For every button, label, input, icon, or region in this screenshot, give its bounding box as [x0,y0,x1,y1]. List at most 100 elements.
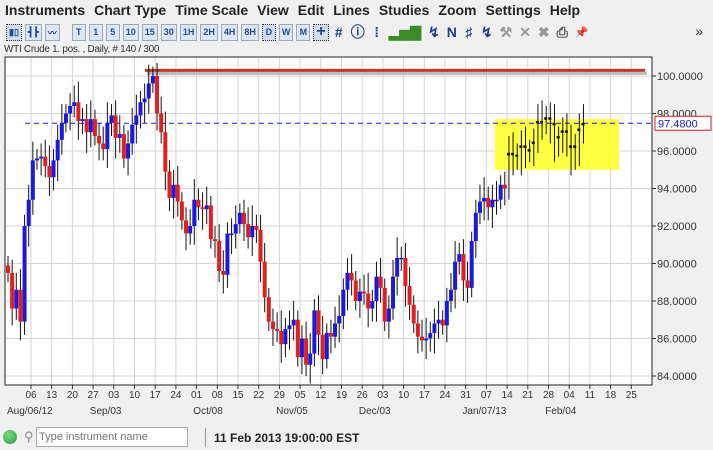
candle-body [399,257,404,260]
candle-body [291,319,296,326]
candle-body [362,291,367,294]
candle-body [126,143,131,159]
candle-body [448,289,453,301]
candle-body [250,226,255,238]
x-tick-label: 18 [605,390,617,401]
x-tick-label: 05 [295,390,307,401]
month-label: Aug/06/12 [7,406,53,417]
candle-body [345,272,350,290]
x-tick-label: 03 [108,390,120,401]
candle-body [155,76,160,114]
x-tick-label: 29 [274,390,286,401]
candle-body [312,310,317,354]
candle-body [320,334,325,360]
candle-body [569,145,573,148]
candle-body [420,336,424,341]
candle-body [113,115,118,138]
x-tick-label: 28 [543,390,555,401]
candle-body [63,113,68,123]
candle-body [134,115,139,125]
y-tick-label: 96.0000 [657,146,697,158]
x-tick-label: 20 [67,390,79,401]
candle-body [324,332,329,360]
x-tick-label: 26 [357,390,369,401]
x-tick-label: 08 [212,390,224,401]
instrument-search-input[interactable] [36,427,188,447]
month-label: Nov/05 [276,406,308,417]
candle-body [469,241,474,288]
candle-body [254,226,259,230]
x-tick-label: 15 [232,390,244,401]
candle-body [473,212,478,241]
x-tick-label: 22 [253,390,265,401]
status-bar: ⚲ 11 Feb 2013 19:00:00 EST [0,425,713,450]
month-label: Dec/03 [359,406,391,417]
candle-body [581,122,585,126]
candle-body [415,323,420,337]
candle-body [14,289,19,309]
candle-body [138,102,143,116]
x-tick-label: 27 [88,390,100,401]
y-tick-label: 84.0000 [657,371,697,383]
candle-body [175,184,180,202]
candle-body [453,261,458,290]
candle-body [146,83,151,99]
candle-body [564,130,568,133]
candle-body [22,226,27,322]
connection-status-icon [3,430,17,444]
candle-body [18,289,23,322]
candle-body [490,199,495,208]
candle-body [246,224,251,238]
candle-body [233,224,238,234]
candle-body [304,338,309,365]
candle-body [213,239,217,241]
x-tick-label: 03 [377,390,389,401]
candle-body [378,276,383,288]
x-tick-label: 17 [419,390,431,401]
candle-body [328,332,333,337]
candle-body [506,152,510,156]
candle-body [188,226,193,234]
price-chart[interactable]: 06 13 20 27 03 10 17 24 01 08 15 22 29 05 12 19 26 03 10 17… [0,0,713,425]
candle-body [159,113,164,133]
month-label: Jan/07/13 [462,406,506,417]
candle-body [26,199,31,226]
candle-body [167,171,172,198]
candle-body [76,102,81,121]
candle-body [552,122,556,126]
candle-body [577,128,581,131]
candle-body [55,139,60,161]
y-tick-label: 94.0000 [657,184,697,196]
candle-body [465,280,470,288]
candle-body [477,201,482,213]
x-tick-label: 25 [626,390,638,401]
candle-body [142,98,147,103]
x-tick-label: 24 [439,390,451,401]
y-tick-label: 86.0000 [657,334,697,346]
divider [205,428,206,447]
candle-body [544,117,548,120]
candle-body [217,241,222,271]
candle-body [370,301,375,309]
candle-body [200,207,205,210]
candle-body [150,76,155,84]
month-label: Oct/08 [193,406,223,417]
candle-body [353,280,358,301]
candle-body [411,304,416,324]
y-tick-label: 88.0000 [657,296,697,308]
candle-body [424,338,429,341]
candle-body [573,145,577,148]
y-tick-label: 92.0000 [657,221,697,233]
candle-body [531,141,535,145]
candle-body [72,102,77,106]
candle-body [92,119,97,136]
candle-body [39,156,44,159]
candle-body [6,265,10,273]
candle-body [101,143,106,150]
candle-body [287,325,292,330]
candle-body [308,353,313,365]
candle-body [407,286,412,305]
candle [469,231,474,298]
candle-body [374,276,379,301]
y-tick-label: 90.0000 [657,259,697,271]
